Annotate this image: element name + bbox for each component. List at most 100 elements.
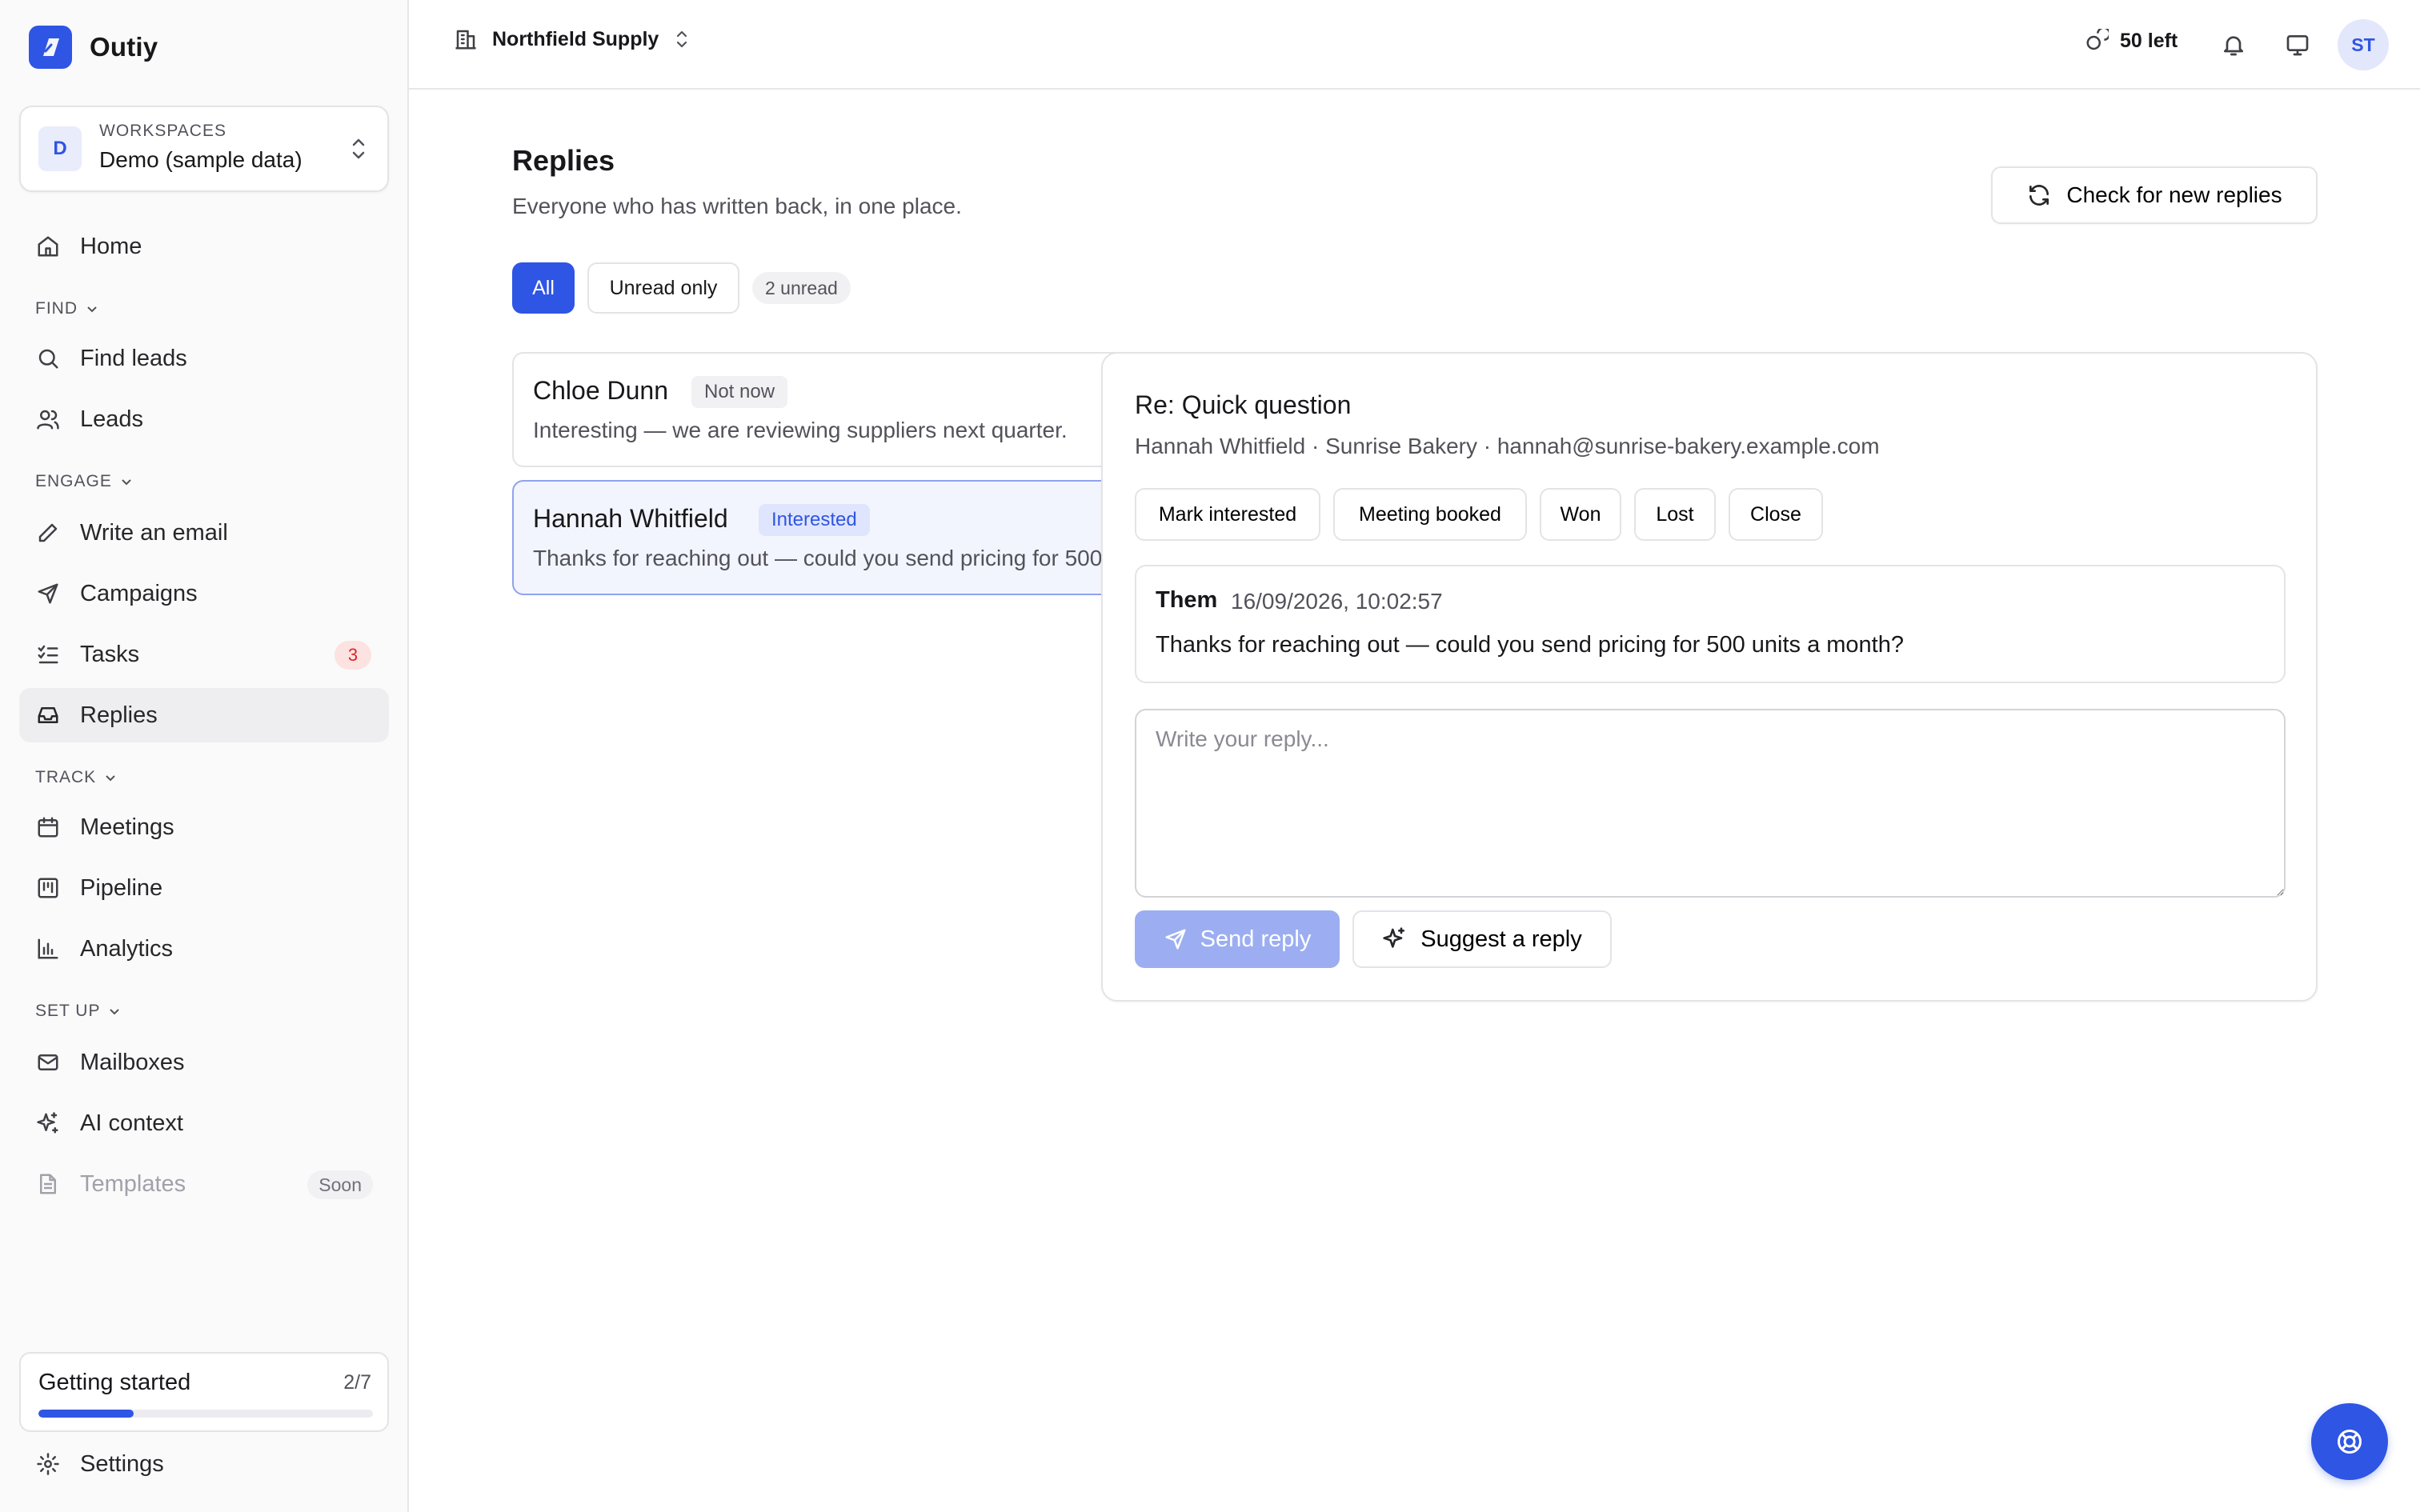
meeting-booked-button[interactable]: Meeting booked [1333, 488, 1527, 541]
message-timestamp: 16/09/2026, 10:02:57 [1231, 589, 1443, 614]
sidebar: Outiy D WORKSPACES Demo (sample data) Ho… [0, 0, 409, 1512]
email-sender-meta: Hannah Whitfield · Sunrise Bakery · hann… [1135, 434, 1880, 458]
brand[interactable]: Outiy [29, 26, 158, 69]
workspace-switcher[interactable]: D WORKSPACES Demo (sample data) [19, 106, 389, 192]
sidebar-item-label: Find leads [80, 345, 187, 371]
close-button[interactable]: Close [1729, 488, 1823, 541]
sidebar-item-label: Settings [80, 1450, 164, 1477]
sidebar-item-label: AI context [80, 1110, 183, 1136]
section-engage[interactable]: ENGAGE [35, 472, 133, 491]
page-subtitle: Everyone who has written back, in one pl… [512, 194, 962, 218]
getting-started-count: 2/7 [343, 1371, 371, 1394]
reply-sender-name: Hannah Whitfield [533, 504, 728, 533]
status-badge: Interested [759, 504, 870, 536]
getting-started-card[interactable]: Getting started 2/7 [19, 1352, 389, 1432]
bell-icon[interactable] [2218, 29, 2250, 61]
section-find[interactable]: FIND [35, 299, 98, 318]
sidebar-item-label: Meetings [80, 814, 174, 840]
sidebar-item-mailboxes[interactable]: Mailboxes [19, 1035, 389, 1090]
filter-all-button[interactable]: All [512, 262, 575, 314]
sidebar-item-label: Replies [80, 702, 158, 728]
suggest-reply-button[interactable]: Suggest a reply [1352, 910, 1612, 968]
sidebar-item-meetings[interactable]: Meetings [19, 800, 389, 854]
reply-snippet: Thanks for reaching out — could you send… [533, 546, 1151, 570]
getting-started-title: Getting started [38, 1370, 191, 1395]
sparkles-icon [1383, 927, 1405, 948]
coins-icon [2086, 29, 2109, 50]
sidebar-item-campaigns[interactable]: Campaigns [19, 566, 389, 621]
chevron-down-icon [122, 479, 131, 486]
credits-label: 50 left [2120, 29, 2178, 52]
mark-interested-button[interactable]: Mark interested [1135, 488, 1320, 541]
check-new-replies-button[interactable]: Check for new replies [1991, 166, 2318, 224]
workspace-name: Demo (sample data) [99, 147, 302, 172]
sidebar-item-label: Home [80, 233, 142, 259]
message-bubble: Them 16/09/2026, 10:02:57 Thanks for rea… [1135, 565, 2286, 683]
bar-chart-icon [35, 936, 61, 962]
section-label: ENGAGE [35, 472, 112, 490]
sidebar-item-templates: Templates Soon [19, 1157, 389, 1211]
check-new-replies-label: Check for new replies [2066, 182, 2282, 207]
sidebar-item-label: Pipeline [80, 874, 163, 901]
sidebar-item-find-leads[interactable]: Find leads [19, 331, 389, 386]
workspace-label: WORKSPACES [99, 122, 226, 140]
chevron-down-icon [87, 306, 97, 313]
sidebar-item-pipeline[interactable]: Pipeline [19, 861, 389, 915]
lifebuoy-icon [2338, 1430, 2362, 1454]
sidebar-item-ai-context[interactable]: AI context [19, 1096, 389, 1150]
reply-textarea[interactable] [1135, 709, 2286, 898]
monitor-icon[interactable] [2282, 29, 2314, 61]
send-reply-label: Send reply [1200, 926, 1312, 952]
building-icon [455, 30, 476, 50]
sidebar-item-label: Tasks [80, 641, 140, 667]
sidebar-item-label: Leads [80, 406, 144, 432]
section-setup[interactable]: SET UP [35, 1002, 121, 1021]
sidebar-item-label: Mailboxes [80, 1049, 185, 1075]
sidebar-item-label: Write an email [80, 519, 228, 546]
email-subject: Re: Quick question [1135, 390, 1352, 419]
status-badge: Not now [691, 376, 788, 408]
sidebar-item-home[interactable]: Home [19, 219, 389, 274]
message-sender: Them [1156, 587, 1218, 613]
calendar-icon [35, 814, 61, 840]
search-icon [35, 346, 61, 371]
lost-button[interactable]: Lost [1634, 488, 1716, 541]
sparkles-icon [35, 1110, 61, 1136]
sidebar-item-write-email[interactable]: Write an email [19, 506, 389, 560]
sidebar-item-label: Analytics [80, 935, 174, 962]
sidebar-item-analytics[interactable]: Analytics [19, 922, 389, 976]
won-button[interactable]: Won [1540, 488, 1621, 541]
section-track[interactable]: TRACK [35, 768, 117, 787]
reply-detail-panel: Re: Quick question Hannah Whitfield · Su… [1101, 352, 2318, 1002]
section-label: TRACK [35, 768, 97, 786]
chevron-up-down-icon [347, 134, 370, 167]
tasks-count-badge: 3 [335, 641, 371, 670]
sidebar-item-label: Templates [80, 1170, 186, 1197]
sidebar-item-settings[interactable]: Settings [19, 1437, 389, 1491]
chevron-down-icon [110, 1009, 120, 1015]
sidebar-item-tasks[interactable]: Tasks 3 [19, 627, 389, 682]
credits-indicator[interactable]: 50 left [2085, 29, 2178, 53]
brand-logo-icon [29, 26, 72, 69]
send-icon [35, 581, 61, 606]
soon-badge: Soon [307, 1170, 373, 1199]
organization-name: Northfield Supply [492, 27, 659, 50]
workspace-avatar: D [38, 126, 82, 171]
organization-switcher[interactable]: Northfield Supply [454, 27, 691, 51]
page-title: Replies [512, 144, 615, 177]
send-reply-button[interactable]: Send reply [1135, 910, 1340, 968]
inbox-icon [35, 702, 61, 728]
unread-count-badge: 2 unread [752, 272, 851, 304]
chevron-down-icon [106, 775, 115, 782]
pencil-icon [35, 520, 61, 546]
help-button[interactable] [2311, 1403, 2388, 1480]
kanban-icon [35, 875, 61, 901]
sidebar-item-replies[interactable]: Replies [19, 688, 389, 742]
sidebar-item-leads[interactable]: Leads [19, 392, 389, 446]
filter-unread-button[interactable]: Unread only [587, 262, 739, 314]
user-avatar[interactable]: ST [2338, 19, 2389, 70]
reply-list-item[interactable]: Hannah Whitfield Interested Thanks for r… [512, 480, 1152, 595]
reply-list-item[interactable]: Chloe Dunn Not now Interesting — we are … [512, 352, 1152, 467]
sidebar-item-label: Campaigns [80, 580, 198, 606]
reply-sender-name: Chloe Dunn [533, 376, 668, 405]
